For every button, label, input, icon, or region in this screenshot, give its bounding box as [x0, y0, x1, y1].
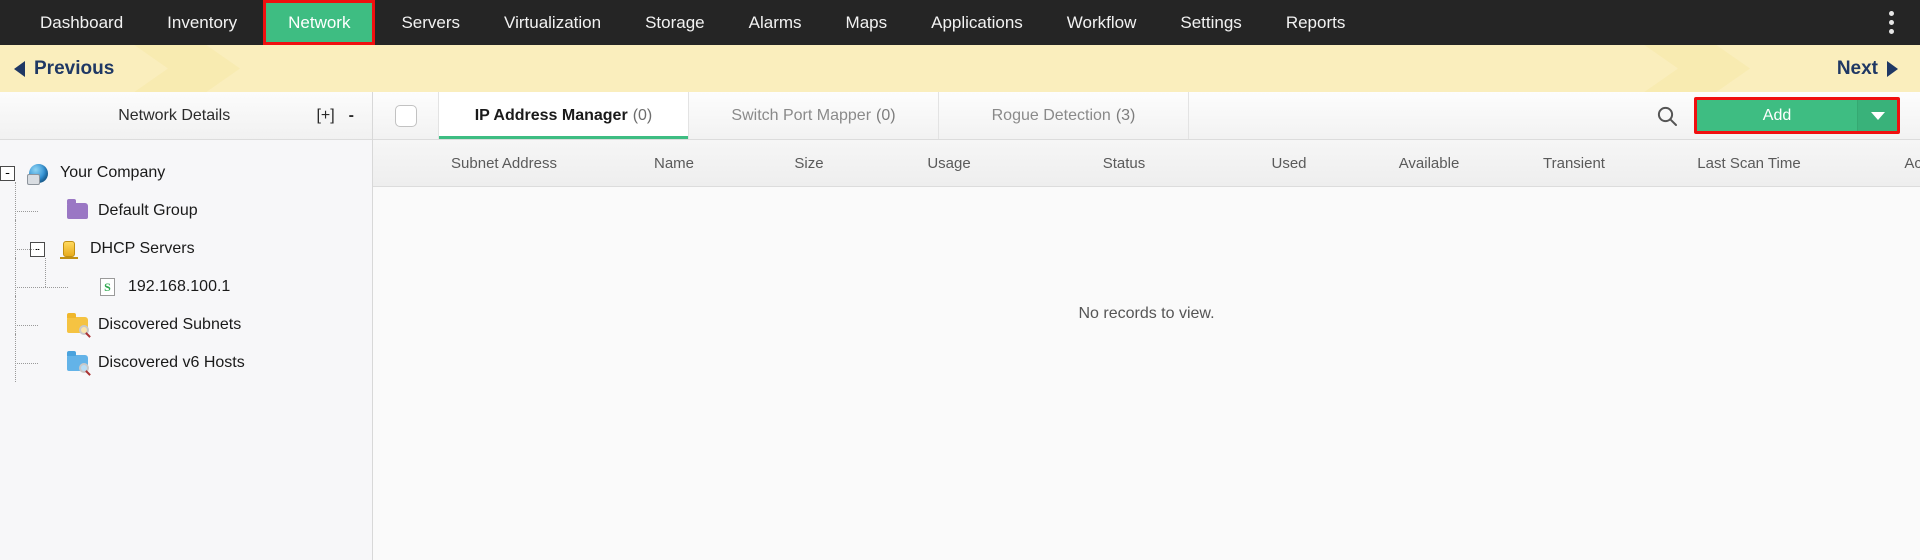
- sidebar-header: Network Details [+] -: [0, 92, 372, 140]
- column-header-last-scan-time[interactable]: Last Scan Time: [1649, 155, 1849, 172]
- column-header-usage[interactable]: Usage: [869, 155, 1029, 172]
- select-all-cell: [373, 92, 439, 139]
- nav-item-alarms[interactable]: Alarms: [727, 0, 824, 45]
- nav-item-reports[interactable]: Reports: [1264, 0, 1368, 45]
- tree-node-label: Your Company: [60, 164, 165, 182]
- globe-icon: [29, 163, 51, 183]
- tab-count: (3): [1116, 107, 1136, 125]
- nav-item-storage[interactable]: Storage: [623, 0, 727, 45]
- tree-node[interactable]: Default Group: [0, 192, 372, 230]
- nav-item-servers[interactable]: Servers: [379, 0, 482, 45]
- add-button-group: Add: [1694, 97, 1900, 134]
- tree-toggle-collapse-icon[interactable]: -: [0, 166, 15, 181]
- search-icon[interactable]: [1640, 92, 1694, 139]
- document-s-icon: S: [97, 277, 119, 297]
- column-header-used[interactable]: Used: [1219, 155, 1359, 172]
- add-dropdown-button[interactable]: [1857, 100, 1897, 131]
- add-button[interactable]: Add: [1697, 100, 1857, 131]
- tree-guide-line: [15, 325, 38, 326]
- tree-node-label: 192.168.100.1: [128, 278, 230, 296]
- tab-label: Switch Port Mapper: [731, 107, 871, 125]
- pagination-banner: Previous Next: [0, 45, 1920, 92]
- tab-switch-port-mapper[interactable]: Switch Port Mapper (0): [689, 92, 939, 139]
- kebab-dot: [1889, 29, 1894, 34]
- triangle-left-icon: [14, 61, 25, 77]
- caret-down-icon: [1871, 112, 1885, 120]
- tab-rogue-detection[interactable]: Rogue Detection (3): [939, 92, 1189, 139]
- nav-item-workflow[interactable]: Workflow: [1045, 0, 1159, 45]
- tab-label: Rogue Detection: [992, 107, 1111, 125]
- nav-item-network[interactable]: Network: [263, 0, 375, 45]
- tab-ip-address-manager[interactable]: IP Address Manager (0): [439, 92, 689, 139]
- tree-guide-line: [45, 258, 46, 287]
- empty-state-message: No records to view.: [1078, 305, 1214, 323]
- kebab-dot: [1889, 11, 1894, 16]
- tree-node-label: Discovered Subnets: [98, 316, 241, 334]
- top-navigation-bar: DashboardInventoryNetworkServersVirtuali…: [0, 0, 1920, 45]
- kebab-dot: [1889, 20, 1894, 25]
- tree-guide-line: [15, 287, 68, 288]
- table-body: No records to view.: [373, 187, 1920, 560]
- tab-spacer: [1189, 92, 1640, 139]
- tree-node[interactable]: - Your Company: [0, 154, 372, 192]
- tree-node-label: Default Group: [98, 202, 198, 220]
- tree-node[interactable]: -DHCP Servers: [0, 230, 372, 268]
- tree-node-label: Discovered v6 Hosts: [98, 354, 245, 372]
- column-header-size[interactable]: Size: [749, 155, 869, 172]
- tree-node[interactable]: Discovered v6 Hosts: [0, 344, 372, 382]
- tree-guide-line: [15, 249, 38, 250]
- page-body: Network Details [+] - - Your Company Defau…: [0, 92, 1920, 560]
- nav-item-maps[interactable]: Maps: [824, 0, 910, 45]
- next-label: Next: [1837, 58, 1878, 80]
- tree-guide-line: [15, 211, 38, 212]
- next-button[interactable]: Next: [1837, 58, 1898, 80]
- expand-all-button[interactable]: [+]: [308, 107, 342, 125]
- nav-item-inventory[interactable]: Inventory: [145, 0, 259, 45]
- column-header-actions[interactable]: Actions: [1849, 155, 1920, 172]
- table-header-row: Subnet AddressNameSizeUsageStatusUsedAva…: [373, 140, 1920, 187]
- column-header-available[interactable]: Available: [1359, 155, 1499, 172]
- nav-item-virtualization[interactable]: Virtualization: [482, 0, 623, 45]
- folder-purple-icon: [67, 201, 89, 221]
- network-details-sidebar: Network Details [+] - - Your Company Defau…: [0, 92, 373, 560]
- tree-node[interactable]: Discovered Subnets: [0, 306, 372, 344]
- column-header-status[interactable]: Status: [1029, 155, 1219, 172]
- previous-button[interactable]: Previous: [14, 58, 114, 80]
- column-header-transient[interactable]: Transient: [1499, 155, 1649, 172]
- tree-guide-line: [15, 363, 38, 364]
- sidebar-title: Network Details: [0, 107, 308, 125]
- nav-item-settings[interactable]: Settings: [1158, 0, 1263, 45]
- collapse-all-button[interactable]: -: [343, 107, 372, 125]
- select-all-checkbox[interactable]: [395, 105, 417, 127]
- column-header-name[interactable]: Name: [599, 155, 749, 172]
- server-icon: [59, 239, 81, 259]
- tab-count: (0): [633, 107, 653, 125]
- nav-item-dashboard[interactable]: Dashboard: [18, 0, 145, 45]
- tree-guide-line: [15, 334, 16, 382]
- kebab-menu-icon[interactable]: [1878, 0, 1904, 45]
- tab-bar: IP Address Manager (0) Switch Port Mapper (…: [373, 92, 1920, 140]
- tree-node-label: DHCP Servers: [90, 240, 195, 258]
- triangle-right-icon: [1887, 61, 1898, 77]
- main-panel: IP Address Manager (0) Switch Port Mapper (…: [373, 92, 1920, 560]
- tab-count: (0): [876, 107, 896, 125]
- network-tree: -Your CompanyDefault Group-DHCP ServersS…: [0, 140, 372, 382]
- previous-label: Previous: [34, 58, 114, 80]
- tree-node[interactable]: S 192.168.100.1: [0, 268, 372, 306]
- column-header-subnet-address[interactable]: Subnet Address: [409, 155, 599, 172]
- folder-search-blue-icon: [67, 353, 89, 373]
- tab-label: IP Address Manager: [475, 107, 628, 125]
- nav-item-applications[interactable]: Applications: [909, 0, 1045, 45]
- folder-search-yellow-icon: [67, 315, 89, 335]
